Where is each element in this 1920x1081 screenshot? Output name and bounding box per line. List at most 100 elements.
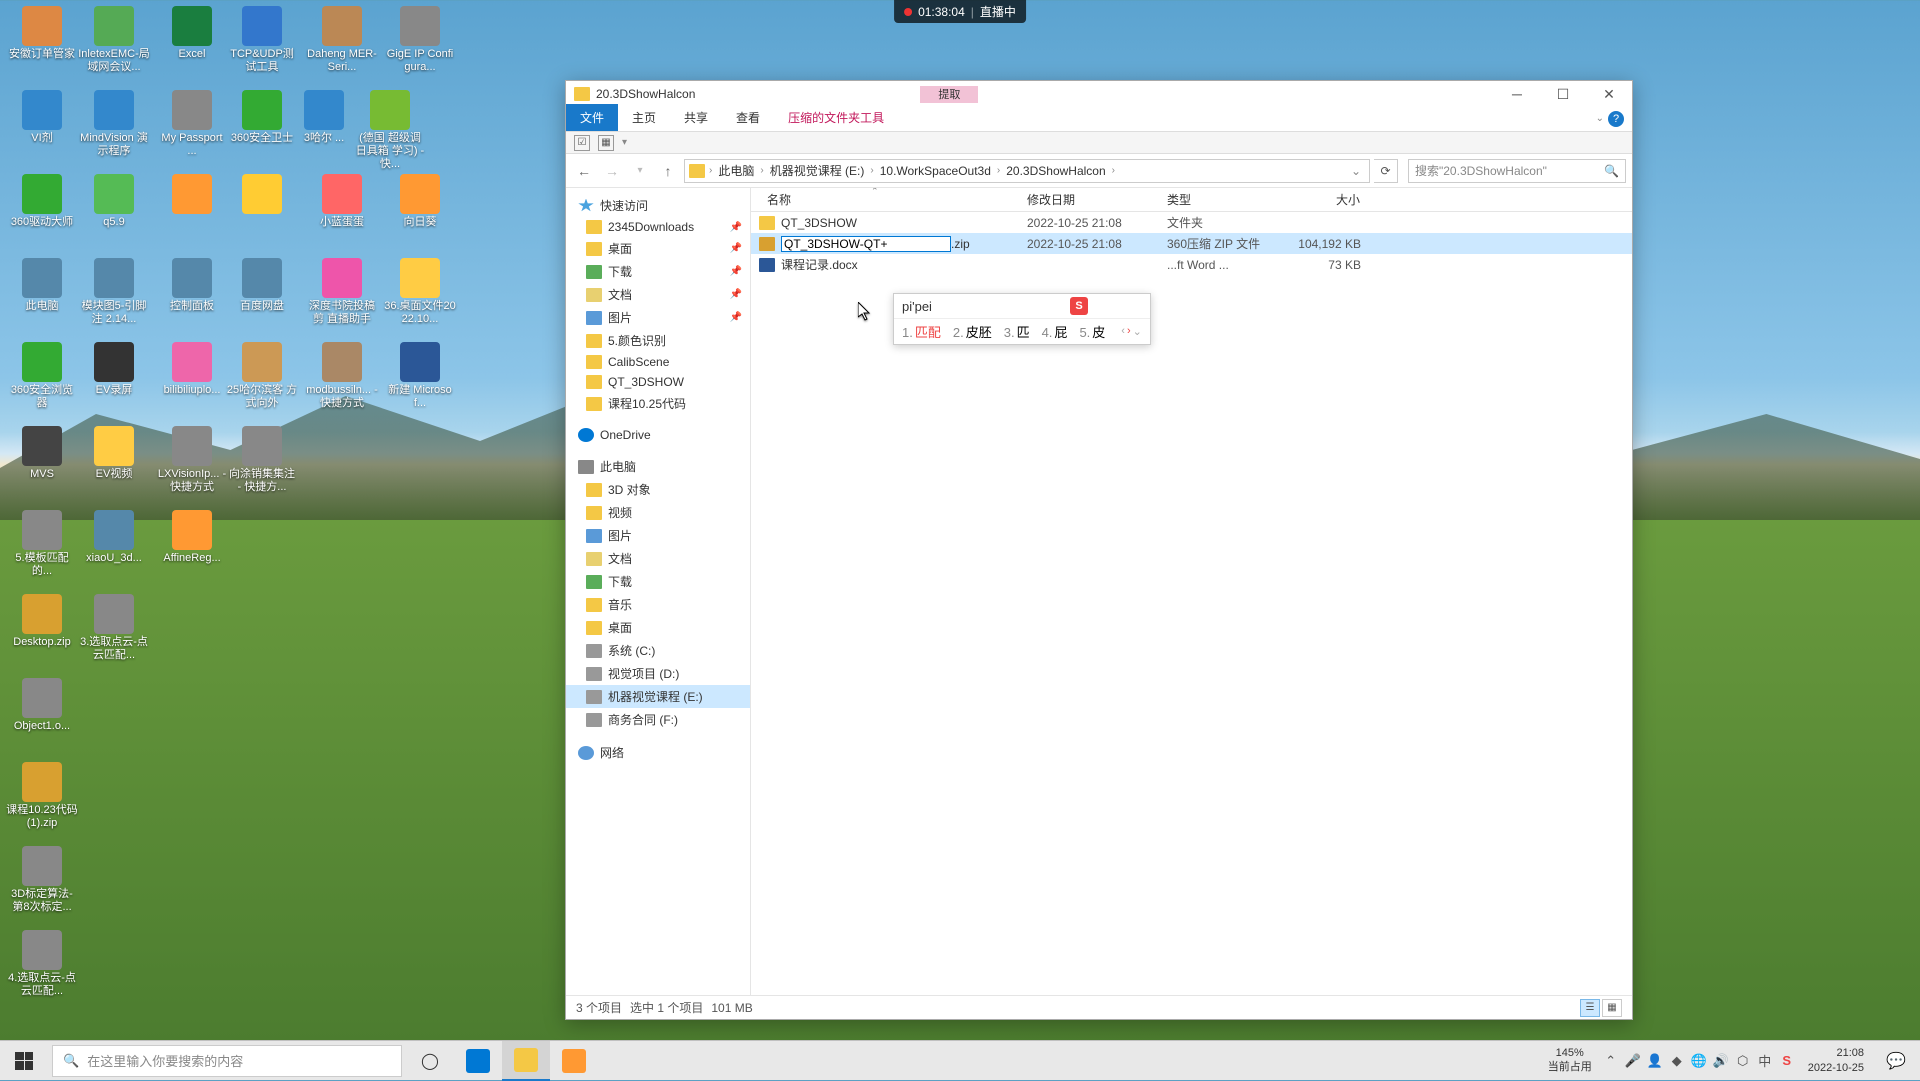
maximize-button[interactable]: ☐ (1540, 81, 1586, 107)
breadcrumb-segment[interactable]: 此电脑 (714, 162, 758, 179)
file-row[interactable]: 课程记录.docx ...ft Word ... 73 KB (751, 254, 1632, 275)
tray-up-icon[interactable]: ⌃ (1602, 1052, 1620, 1070)
column-name[interactable]: 名称 (759, 191, 1019, 208)
nav-item[interactable]: 快速访问 (566, 194, 750, 217)
desktop-icon[interactable]: 向日葵 (384, 174, 456, 229)
desktop-icon[interactable]: 4.选取点云-点云匹配... (6, 930, 78, 998)
tray-mic-icon[interactable]: 🎤 (1624, 1052, 1642, 1070)
nav-item[interactable]: 机器视觉课程 (E:) (566, 685, 750, 708)
nav-item[interactable]: OneDrive (566, 425, 750, 445)
task-view-button[interactable]: ◯ (406, 1041, 454, 1081)
nav-item[interactable]: 文档📌 (566, 283, 750, 306)
column-date[interactable]: 修改日期 (1019, 191, 1159, 208)
view-large-icons-button[interactable]: ▦ (1602, 999, 1622, 1017)
desktop-icon[interactable]: EV视频 (78, 426, 150, 481)
ime-candidate[interactable]: 4.屁 (1042, 322, 1068, 341)
nav-item[interactable]: 文档 (566, 547, 750, 570)
ribbon-expand-icon[interactable]: ⌄ (1596, 113, 1604, 124)
address-bar[interactable]: › 此电脑 › 机器视觉课程 (E:) › 10.WorkSpaceOut3d … (684, 159, 1370, 183)
ime-more-icon[interactable]: ⌄ (1133, 325, 1142, 338)
nav-item[interactable]: 此电脑 (566, 455, 750, 478)
nav-item[interactable]: 桌面📌 (566, 237, 750, 260)
nav-item[interactable]: 商务合同 (F:) (566, 708, 750, 731)
tray-volume-icon[interactable]: 🔊 (1712, 1052, 1730, 1070)
tab-compressed-tools[interactable]: 压缩的文件夹工具 (774, 104, 898, 131)
qat-new-folder-icon[interactable]: ▦ (598, 135, 614, 151)
desktop-icon[interactable]: Excel (156, 6, 228, 61)
ime-candidate[interactable]: 2.皮胚 (953, 322, 992, 341)
desktop-icon[interactable] (156, 174, 228, 216)
desktop-icon[interactable]: 3D标定算法-第8次标定... (6, 846, 78, 914)
nav-item[interactable]: 图片📌 (566, 306, 750, 329)
nav-item[interactable]: 下载 (566, 570, 750, 593)
desktop-icon[interactable]: 360驱动大师 (6, 174, 78, 229)
search-box[interactable]: 搜索"20.3DShowHalcon" 🔍 (1408, 159, 1626, 183)
desktop-icon[interactable]: VI剂 (6, 90, 78, 145)
tray-people-icon[interactable]: 👤 (1646, 1052, 1664, 1070)
tray-clock[interactable]: 21:08 2022-10-25 (1800, 1046, 1872, 1075)
nav-item[interactable]: 5.颜色识别 (566, 329, 750, 352)
desktop-icon[interactable]: Daheng MER-Seri... (306, 6, 378, 74)
desktop-icon[interactable]: bilibiliuplo... (156, 342, 228, 397)
taskbar-app-explorer[interactable] (502, 1041, 550, 1081)
desktop-icon[interactable]: 360安全浏览器 (6, 342, 78, 410)
ime-candidate[interactable]: 5.皮 (1079, 322, 1105, 341)
desktop-icon[interactable]: q5.9 (78, 174, 150, 229)
nav-item[interactable]: 图片 (566, 524, 750, 547)
desktop-icon[interactable]: 小蓝蛋蛋 (306, 174, 378, 229)
breadcrumb-segment[interactable]: 10.WorkSpaceOut3d (876, 164, 995, 178)
desktop-icon[interactable]: Object1.o... (6, 678, 78, 733)
column-size[interactable]: 大小 (1279, 191, 1369, 208)
start-button[interactable] (0, 1041, 48, 1081)
desktop-icon[interactable]: LXVisionIp... -快捷方式 (156, 426, 228, 494)
close-button[interactable]: ✕ (1586, 81, 1632, 107)
desktop-icon[interactable]: 5.模板匹配的... (6, 510, 78, 578)
desktop-icon[interactable]: 安徽订单管家 (6, 6, 78, 61)
desktop-icon[interactable]: 百度网盘 (226, 258, 298, 313)
desktop-icon[interactable]: 课程10.23代码(1).zip (6, 762, 78, 830)
breadcrumb-segment[interactable]: 机器视觉课程 (E:) (766, 162, 869, 179)
nav-up-button[interactable]: ↑ (656, 159, 680, 183)
navigation-pane[interactable]: 快速访问2345Downloads📌桌面📌下载📌文档📌图片📌5.颜色识别Cali… (566, 188, 751, 995)
file-list[interactable]: QT_3DSHOW 2022-10-25 21:08 文件夹 .zip 2022… (751, 212, 1632, 995)
tray-zoom-indicator[interactable]: 145% 当前占用 (1542, 1047, 1598, 1073)
tab-file[interactable]: 文件 (566, 104, 618, 131)
nav-item[interactable]: 网络 (566, 741, 750, 764)
taskbar[interactable]: 🔍 在这里输入你要搜索的内容 ◯ 145% 当前占用 ⌃ 🎤 👤 ◆ 🌐 🔊 ⬡… (0, 1040, 1920, 1080)
desktop-icon[interactable]: 此电脑 (6, 258, 78, 313)
nav-item[interactable]: 2345Downloads📌 (566, 217, 750, 237)
nav-item[interactable]: 系统 (C:) (566, 639, 750, 662)
desktop-icon[interactable] (226, 174, 298, 216)
tab-view[interactable]: 查看 (722, 104, 774, 131)
desktop-icon[interactable]: 深度书院投稿剪 直播助手 (306, 258, 378, 326)
nav-recent-dropdown[interactable]: ▾ (628, 159, 652, 183)
desktop-icon[interactable]: MVS (6, 426, 78, 481)
file-row[interactable]: QT_3DSHOW 2022-10-25 21:08 文件夹 (751, 212, 1632, 233)
column-type[interactable]: 类型 (1159, 191, 1279, 208)
tray-app-icon[interactable]: ◆ (1668, 1052, 1686, 1070)
desktop-icon[interactable]: EV录屏 (78, 342, 150, 397)
desktop-icon[interactable]: 36.桌面文件2022.10... (384, 258, 456, 326)
nav-item[interactable]: 视觉项目 (D:) (566, 662, 750, 685)
nav-item[interactable]: 视频 (566, 501, 750, 524)
desktop-icon[interactable]: 向涂销集集注 - 快捷方... (226, 426, 298, 494)
desktop-icon[interactable]: 3.选取点云-点云匹配... (78, 594, 150, 662)
desktop-icon[interactable]: InletexEMC-局域网会议... (78, 6, 150, 74)
file-row[interactable]: .zip 2022-10-25 21:08 360压缩 ZIP 文件 104,1… (751, 233, 1632, 254)
ime-next-icon[interactable]: › (1127, 325, 1131, 338)
minimize-button[interactable]: ─ (1494, 81, 1540, 107)
desktop-icon[interactable]: (德国 超级调日具箱 学习) - 快... (354, 90, 426, 172)
taskbar-search[interactable]: 🔍 在这里输入你要搜索的内容 (52, 1045, 402, 1077)
tab-share[interactable]: 共享 (670, 104, 722, 131)
address-dropdown-icon[interactable]: ⌄ (1347, 164, 1365, 178)
refresh-button[interactable]: ⟳ (1374, 159, 1398, 183)
taskbar-app-other[interactable] (550, 1041, 598, 1081)
nav-item[interactable]: CalibScene (566, 352, 750, 372)
desktop-icon[interactable]: AffineReg... (156, 510, 228, 565)
nav-forward-button[interactable]: → (600, 159, 624, 183)
nav-item[interactable]: 3D 对象 (566, 478, 750, 501)
help-icon[interactable]: ? (1608, 111, 1624, 127)
taskbar-app-edge[interactable] (454, 1041, 502, 1081)
ime-prev-icon[interactable]: ‹ (1121, 325, 1125, 338)
qat-dropdown-icon[interactable]: ▾ (622, 137, 627, 148)
